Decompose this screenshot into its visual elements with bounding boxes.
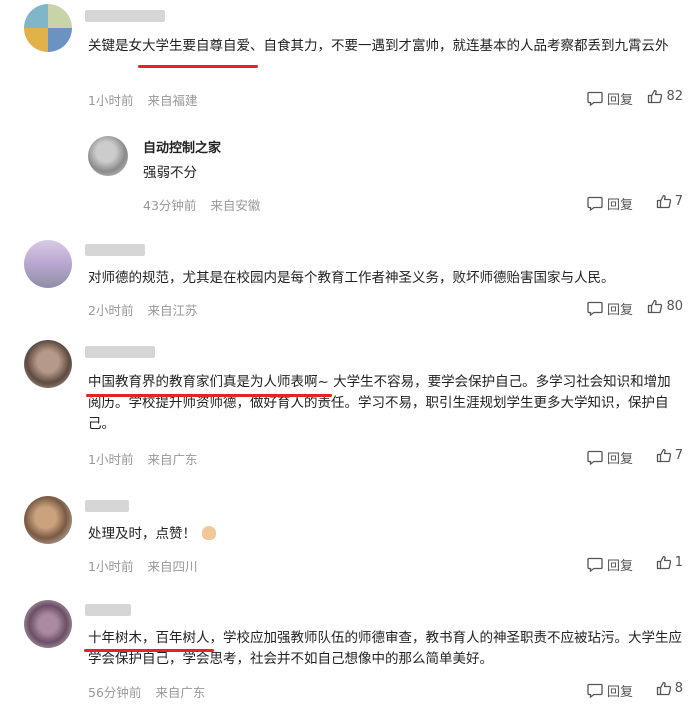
comment-meta: 1小时前 来自四川 — [88, 556, 207, 575]
reply-button[interactable]: 回复 — [587, 555, 633, 574]
like-count: 82 — [666, 89, 683, 104]
comment-meta: 2小时前 来自江苏 — [88, 300, 207, 319]
thumbs-up-icon — [656, 194, 671, 209]
avatar[interactable] — [24, 4, 72, 52]
comment-time: 56分钟前 — [88, 685, 142, 700]
highlight-underline — [86, 394, 332, 397]
comment-bubble-icon — [587, 301, 603, 316]
thumbs-up-icon — [648, 89, 663, 104]
reply-label: 回复 — [606, 559, 633, 574]
like-count: 7 — [674, 448, 683, 463]
reply-time: 43分钟前 — [143, 198, 197, 213]
comment-item: 处理及时，点赞！ 1小时前 来自四川 回复 1 — [0, 490, 699, 590]
comment-bubble-icon — [587, 683, 603, 698]
like-button[interactable]: 7 — [656, 194, 683, 209]
comment-bubble-icon — [587, 557, 603, 572]
comment-location: 来自四川 — [147, 559, 198, 574]
like-button[interactable]: 1 — [656, 555, 683, 570]
highlight-underline — [84, 649, 214, 652]
comment-time: 1小时前 — [88, 559, 134, 574]
thumbs-up-icon — [656, 555, 671, 570]
reply-button[interactable]: 回复 — [587, 299, 633, 318]
comment-bubble-icon — [587, 450, 603, 465]
comment-location: 来自江苏 — [147, 303, 198, 318]
reply-text: 强弱不分 — [143, 165, 197, 181]
reply-label: 回复 — [606, 452, 633, 467]
comment-meta: 1小时前 来自广东 — [88, 449, 207, 468]
comment-item: 中国教育界的教育家们真是为人师表啊~ 大学生不容易，要学会保护自己。多学习社会知… — [0, 338, 699, 478]
like-button[interactable]: 7 — [656, 448, 683, 463]
reply-label: 回复 — [606, 685, 633, 700]
comment-item: 关键是女大学生要自尊自爱、自食其力，不要一遇到才富帅，就连基本的人品考察都丢到九… — [0, 0, 699, 213]
avatar[interactable] — [24, 240, 72, 288]
reply-button[interactable]: 回复 — [587, 681, 633, 700]
like-button[interactable]: 80 — [647, 299, 683, 314]
reply-meta: 43分钟前 来自安徽 — [143, 195, 270, 214]
comment-text-content: 处理及时，点赞！ — [88, 526, 196, 542]
highlight-underline — [138, 65, 258, 68]
thumbs-up-icon — [656, 448, 671, 463]
reply-button[interactable]: 回复 — [587, 448, 633, 467]
comment-item: 对师德的规范，尤其是在校园内是每个教育工作者神圣义务，败坏师德贻害国家与人民。 … — [0, 236, 699, 336]
thumbs-up-icon — [656, 681, 671, 696]
username-blurred[interactable] — [85, 344, 155, 359]
reply-label: 回复 — [606, 93, 633, 108]
comment-bubble-icon — [587, 91, 603, 106]
comment-text: 处理及时，点赞！ — [88, 524, 683, 545]
like-count: 1 — [674, 555, 683, 570]
thumbs-up-icon — [648, 299, 663, 314]
comment-time: 1小时前 — [88, 93, 134, 108]
comment-meta: 56分钟前 来自广东 — [88, 682, 215, 701]
like-count: 80 — [666, 299, 683, 314]
comment-text: 关键是女大学生要自尊自爱、自食其力，不要一遇到才富帅，就连基本的人品考察都丢到九… — [88, 38, 669, 54]
comment-time: 1小时前 — [88, 452, 134, 467]
like-count: 7 — [674, 194, 683, 209]
reply-button[interactable]: 回复 — [587, 194, 633, 213]
username-blurred[interactable] — [85, 498, 129, 513]
reply-label: 回复 — [606, 303, 633, 318]
reply-location: 来自安徽 — [210, 198, 261, 213]
username-blurred[interactable] — [85, 242, 145, 257]
like-button[interactable]: 8 — [656, 681, 683, 696]
comment-location: 来自福建 — [147, 93, 198, 108]
thumbs-up-emoji-icon — [202, 526, 217, 540]
comment-location: 来自广东 — [155, 685, 206, 700]
comment-time: 2小时前 — [88, 303, 134, 318]
avatar[interactable] — [24, 496, 72, 544]
avatar[interactable] — [24, 340, 72, 388]
reply-author[interactable]: 自动控制之家 — [143, 137, 221, 156]
comment-location: 来自广东 — [147, 452, 198, 467]
reply-button[interactable]: 回复 — [587, 89, 633, 108]
reply-avatar[interactable] — [88, 136, 128, 176]
username-blurred[interactable] — [85, 602, 131, 617]
comment-bubble-icon — [587, 196, 603, 211]
comment-item: 十年树木，百年树人，学校应加强教师队伍的师德审查，教书育人的神圣职责不应被玷污。… — [0, 594, 699, 705]
like-count: 8 — [674, 681, 683, 696]
comment-meta: 1小时前 来自福建 — [88, 90, 207, 109]
avatar[interactable] — [24, 600, 72, 648]
username-blurred[interactable] — [85, 8, 165, 23]
reply-label: 回复 — [606, 198, 633, 213]
comment-text: 对师德的规范，尤其是在校园内是每个教育工作者神圣义务，败坏师德贻害国家与人民。 — [88, 270, 615, 286]
like-button[interactable]: 82 — [647, 89, 683, 104]
comment-text: 中国教育界的教育家们真是为人师表啊~ 大学生不容易，要学会保护自己。多学习社会知… — [88, 374, 671, 432]
